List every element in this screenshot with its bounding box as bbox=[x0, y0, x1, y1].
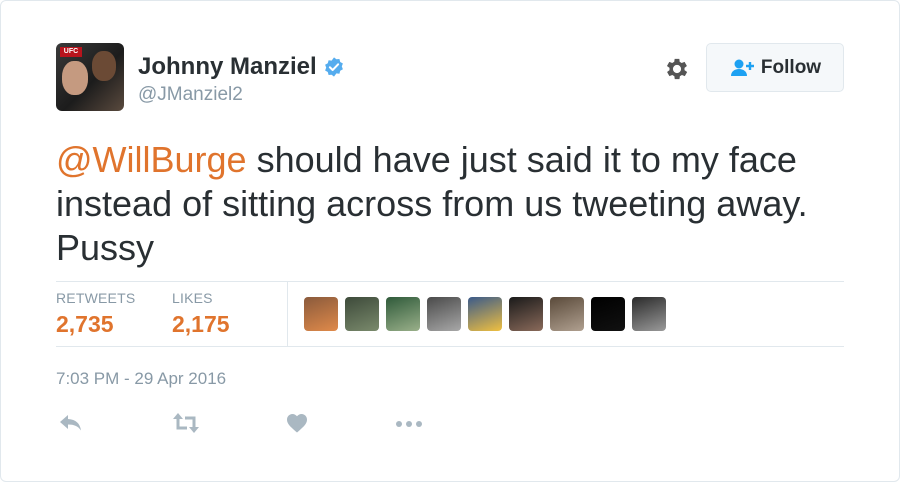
liker-avatar-2[interactable] bbox=[345, 297, 379, 331]
follow-button-label: Follow bbox=[760, 56, 822, 78]
likes-label: LIKES bbox=[172, 290, 213, 306]
liker-avatar-1[interactable] bbox=[304, 297, 338, 331]
liker-avatar-6[interactable] bbox=[509, 297, 543, 331]
stats-separator bbox=[287, 282, 288, 346]
retweets-label: RETWEETS bbox=[56, 290, 136, 306]
tweet-text-line3: Pussy bbox=[56, 227, 155, 268]
more-icon bbox=[396, 421, 422, 427]
like-icon bbox=[287, 414, 307, 433]
reply-icon bbox=[60, 415, 81, 431]
likes-count: 2,175 bbox=[172, 311, 230, 337]
liker-avatar-8[interactable] bbox=[591, 297, 625, 331]
liker-avatar-4[interactable] bbox=[427, 297, 461, 331]
add-user-icon bbox=[730, 59, 754, 76]
avatar-ufc-badge: UFC bbox=[60, 47, 82, 57]
tweet-text-line1: should have just said it to my face bbox=[246, 139, 797, 180]
gear-icon[interactable] bbox=[663, 55, 691, 83]
like-button[interactable] bbox=[285, 411, 309, 435]
retweets-stat[interactable]: RETWEETS 2,735 bbox=[56, 290, 135, 338]
user-name-row[interactable]: Johnny Manziel bbox=[138, 53, 345, 81]
follow-button[interactable]: Follow bbox=[706, 43, 844, 92]
tweet-timestamp[interactable]: 7:03 PM - 29 Apr 2016 bbox=[56, 369, 226, 389]
retweets-count: 2,735 bbox=[56, 311, 114, 337]
likes-stat[interactable]: LIKES 2,175 bbox=[172, 290, 230, 338]
reply-button[interactable] bbox=[58, 411, 84, 435]
liker-avatars bbox=[304, 297, 666, 331]
more-button[interactable] bbox=[394, 411, 424, 435]
avatar[interactable]: UFC bbox=[56, 43, 124, 111]
tweet-card: UFC Johnny Manziel @JManziel2 Follow @Wi… bbox=[0, 0, 900, 482]
retweet-button[interactable] bbox=[172, 411, 200, 435]
mention-link[interactable]: @WillBurge bbox=[56, 139, 247, 180]
divider-bottom bbox=[56, 346, 844, 347]
user-name[interactable]: Johnny Manziel bbox=[138, 53, 317, 81]
avatar-face-left bbox=[62, 61, 88, 95]
divider-top bbox=[56, 281, 844, 282]
tweet-text: @WillBurge should have just said it to m… bbox=[56, 138, 856, 270]
liker-avatar-7[interactable] bbox=[550, 297, 584, 331]
verified-badge-icon bbox=[324, 57, 343, 77]
tweet-text-line2: instead of sitting across from us tweeti… bbox=[56, 183, 808, 224]
retweet-icon bbox=[173, 413, 199, 433]
liker-avatar-9[interactable] bbox=[632, 297, 666, 331]
liker-avatar-5[interactable] bbox=[468, 297, 502, 331]
avatar-face-right bbox=[92, 51, 116, 81]
user-handle[interactable]: @JManziel2 bbox=[138, 84, 243, 106]
liker-avatar-3[interactable] bbox=[386, 297, 420, 331]
